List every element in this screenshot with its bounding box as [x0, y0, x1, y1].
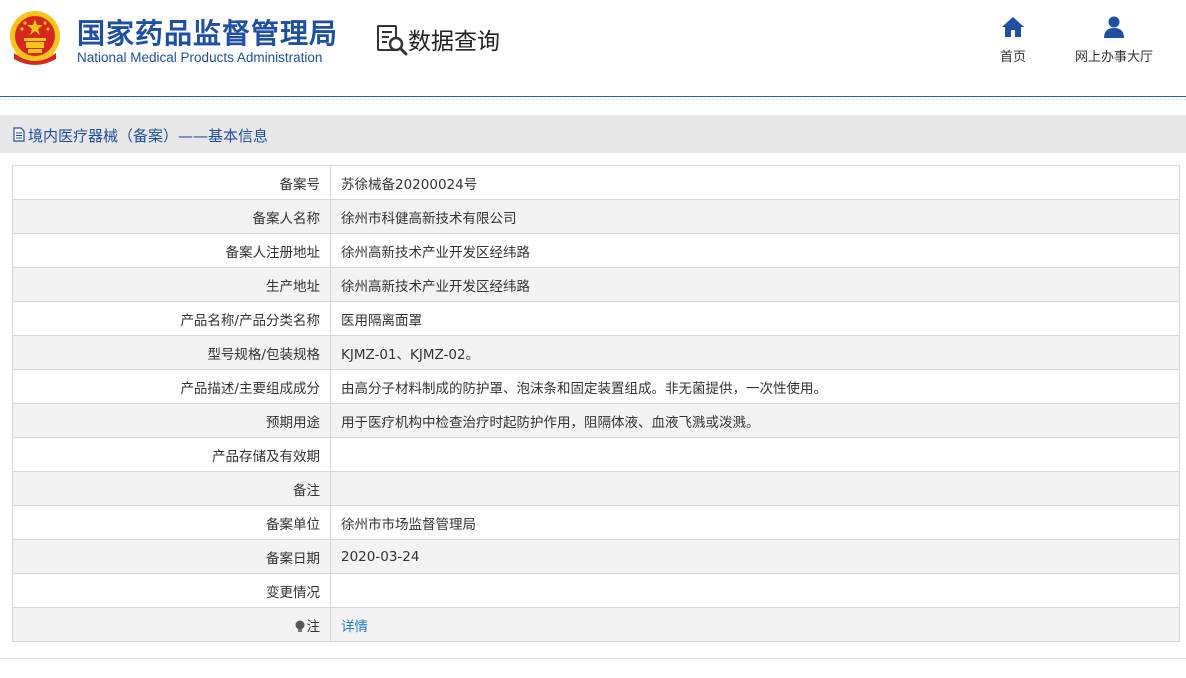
table-row: 备案号 苏徐械备20200024号 — [12, 165, 1180, 200]
table-row: 产品描述/主要组成成分 由高分子材料制成的防护罩、泡沫条和固定装置组成。非无菌提供… — [12, 369, 1180, 404]
row-label: 预期用途 — [12, 403, 331, 438]
row-value: 医用隔离面罩 — [330, 301, 1180, 336]
row-label: 产品描述/主要组成成分 — [12, 369, 331, 404]
row-label: 备案日期 — [12, 539, 331, 574]
table-row: 备案人名称 徐州市科健高新技术有限公司 — [12, 199, 1180, 234]
row-value — [330, 437, 1180, 472]
row-value — [330, 573, 1180, 608]
brand-name-cn: 国家药品监督管理局 — [77, 17, 339, 50]
row-label: 备案单位 — [12, 505, 331, 540]
row-value — [330, 471, 1180, 506]
table-row: 备案日期 2020-03-24 — [12, 539, 1180, 574]
nav-online-hall-label: 网上办事大厅 — [1074, 50, 1153, 65]
document-icon — [13, 127, 25, 142]
row-value: KJMZ-01、KJMZ-02。 — [330, 335, 1180, 370]
row-label: 变更情况 — [12, 573, 331, 608]
table-row: 产品存储及有效期 — [12, 437, 1180, 472]
nav-home-label: 首页 — [999, 50, 1026, 65]
table-row: 预期用途 用于医疗机构中检查治疗时起防护作用，阻隔体液、血液飞溅或泼溅。 — [12, 403, 1180, 438]
header-divider — [0, 96, 1186, 100]
row-value: 徐州高新技术产业开发区经纬路 — [330, 233, 1180, 268]
basic-info-table: 备案号 苏徐械备20200024号 备案人名称 徐州市科健高新技术有限公司 备案人注… — [12, 165, 1180, 642]
row-value: 苏徐械备20200024号 — [330, 165, 1180, 200]
section-title: 境内医疗器械（备案）——基本信息 — [28, 127, 269, 145]
row-value: 徐州市市场监督管理局 — [330, 505, 1180, 540]
row-label: 产品名称/产品分类名称 — [12, 301, 331, 336]
row-label: 备案人名称 — [12, 199, 331, 234]
row-label: 产品存储及有效期 — [12, 437, 331, 472]
row-value: 用于医疗机构中检查治疗时起防护作用，阻隔体液、血液飞溅或泼溅。 — [330, 403, 1180, 438]
table-row: 备案人注册地址 徐州高新技术产业开发区经纬路 — [12, 233, 1180, 268]
national-emblem-icon — [10, 11, 60, 65]
note-value-cell: 详情 — [330, 607, 1180, 642]
note-label-cell: 注 — [12, 607, 331, 642]
row-value: 2020-03-24 — [330, 539, 1180, 574]
brand-name-en: National Medical Products Administration — [77, 50, 323, 65]
details-link[interactable]: 详情 — [341, 619, 368, 635]
row-value: 由高分子材料制成的防护罩、泡沫条和固定装置组成。非无菌提供，一次性使用。 — [330, 369, 1180, 404]
table-row: 产品名称/产品分类名称 医用隔离面罩 — [12, 301, 1180, 336]
row-value: 徐州市科健高新技术有限公司 — [330, 199, 1180, 234]
row-label: 生产地址 — [12, 267, 331, 302]
nav-home-link[interactable]: 首页 — [992, 16, 1034, 65]
footer-divider — [0, 658, 1186, 659]
site-header: 国家药品监督管理局 National Medical Products Admi… — [0, 0, 1186, 96]
table-row: 型号规格/包装规格 KJMZ-01、KJMZ-02。 — [12, 335, 1180, 370]
table-row: 生产地址 徐州高新技术产业开发区经纬路 — [12, 267, 1180, 302]
row-value: 徐州高新技术产业开发区经纬路 — [330, 267, 1180, 302]
table-row: 备注 — [12, 471, 1180, 506]
page-title: 数据查询 — [408, 29, 500, 55]
table-row-note: 注 详情 — [12, 607, 1180, 642]
row-label: 备案人注册地址 — [12, 233, 331, 268]
table-row: 变更情况 — [12, 573, 1180, 608]
nav-online-hall-link[interactable]: 网上办事大厅 — [1066, 16, 1162, 65]
row-label: 型号规格/包装规格 — [12, 335, 331, 370]
section-title-bar: 境内医疗器械（备案）——基本信息 — [0, 115, 1186, 153]
home-icon — [1002, 17, 1024, 37]
row-label: 备注 — [12, 471, 331, 506]
user-icon — [1104, 16, 1124, 38]
lightbulb-icon — [295, 620, 304, 632]
table-row: 备案单位 徐州市市场监督管理局 — [12, 505, 1180, 540]
data-query-icon — [377, 25, 408, 56]
note-label: 注 — [306, 618, 321, 635]
row-label: 备案号 — [12, 165, 331, 200]
